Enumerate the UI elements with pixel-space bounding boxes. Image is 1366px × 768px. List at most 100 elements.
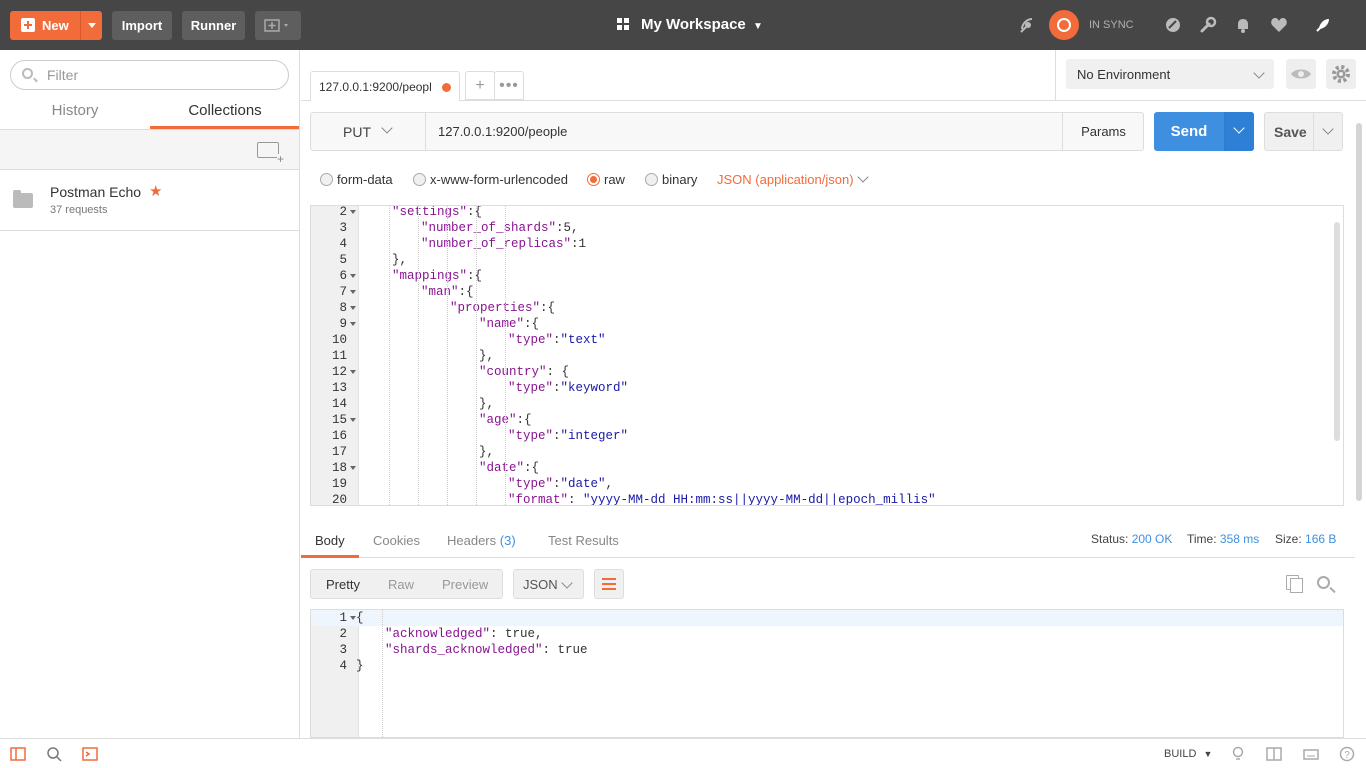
radio-binary[interactable]: binary (645, 172, 697, 188)
rocket-icon[interactable] (1314, 16, 1332, 34)
search-icon[interactable] (1317, 576, 1330, 589)
code-line: 11}, (311, 348, 1343, 364)
json-punctuation: }, (479, 397, 495, 411)
interceptor-icon[interactable] (1164, 16, 1182, 34)
content-type-select[interactable]: JSON (application/json) (717, 171, 869, 187)
json-key: "date" (479, 461, 525, 475)
send-dropdown-button[interactable] (1224, 112, 1254, 151)
save-dropdown-button[interactable] (1313, 113, 1343, 150)
star-icon[interactable]: ★ (149, 182, 162, 200)
response-format-select[interactable]: JSON (513, 569, 584, 599)
code-text: "shards_acknowledged": true (385, 642, 588, 658)
panel-scrollbar[interactable] (1356, 123, 1362, 501)
tab-cookies[interactable]: Cookies (373, 533, 420, 548)
manage-environments-button[interactable] (1326, 59, 1356, 89)
fold-toggle-icon[interactable] (350, 210, 356, 214)
size-label: Size: (1275, 532, 1302, 546)
fold-toggle-icon[interactable] (350, 306, 356, 310)
view-mode-group: Pretty Raw Preview (310, 569, 503, 599)
environment-quick-look-button[interactable] (1286, 59, 1316, 89)
keyboard-icon[interactable] (1303, 746, 1319, 762)
help-icon[interactable]: ? (1339, 746, 1355, 762)
fold-toggle-icon[interactable] (350, 418, 356, 422)
wrap-lines-button[interactable] (594, 569, 624, 599)
sync-status: IN SYNC (1089, 19, 1134, 31)
find-icon[interactable] (46, 746, 62, 762)
filter-input[interactable] (47, 67, 277, 83)
code-text: "acknowledged": true, (385, 626, 543, 642)
console-icon[interactable] (82, 746, 98, 762)
line-number: 18 (331, 461, 347, 475)
tab-body[interactable]: Body (315, 533, 345, 548)
view-preview-button[interactable]: Preview (442, 577, 488, 592)
fold-toggle-icon[interactable] (350, 370, 356, 374)
fold-toggle-icon[interactable] (350, 466, 356, 470)
collection-item[interactable]: Postman Echo ★ 37 requests (0, 170, 299, 231)
json-key: "age" (479, 413, 517, 427)
line-number: 2 (339, 627, 347, 641)
method-select[interactable]: PUT (311, 113, 426, 150)
json-key: "country" (479, 365, 547, 379)
code-text: }, (479, 444, 494, 460)
headers-count: (3) (499, 533, 516, 548)
new-dropdown-button[interactable] (80, 11, 102, 40)
tab-headers[interactable]: Headers (3) (447, 533, 516, 548)
save-button[interactable]: Save (1264, 112, 1343, 151)
lightbulb-icon[interactable] (1230, 746, 1246, 762)
satellite-icon[interactable] (1019, 16, 1037, 34)
code-text: "mappings":{ (392, 268, 482, 284)
heart-icon[interactable] (1270, 16, 1288, 34)
indent-guide (505, 206, 506, 505)
code-line: 3 "shards_acknowledged": true (311, 642, 1343, 658)
copy-icon[interactable] (1286, 575, 1303, 593)
wrench-icon[interactable] (1199, 16, 1217, 34)
radio-raw[interactable]: raw (587, 172, 625, 188)
code-text: "country": { (479, 364, 569, 380)
view-pretty-button[interactable]: Pretty (326, 577, 360, 592)
fold-toggle-icon[interactable] (350, 322, 356, 326)
code-text: "date":{ (479, 460, 539, 476)
import-button[interactable]: Import (112, 11, 172, 40)
request-tab[interactable]: 127.0.0.1:9200/people (310, 71, 460, 101)
fold-toggle-icon[interactable] (350, 290, 356, 294)
radio-urlencoded[interactable]: x-www-form-urlencoded (413, 172, 568, 188)
collection-count: 37 requests (50, 204, 108, 216)
json-punctuation: :{ (516, 413, 532, 427)
send-button[interactable]: Send (1154, 112, 1254, 151)
filter-box[interactable] (10, 60, 289, 90)
json-punctuation: }, (479, 445, 495, 459)
json-punctuation: : (553, 477, 561, 491)
response-body-viewer[interactable]: 1{2 "acknowledged": true, 3 "shards_acknowl… (310, 609, 1344, 738)
two-pane-icon[interactable] (1266, 746, 1282, 762)
environment-select[interactable]: No Environment (1066, 59, 1274, 89)
request-tab-label: 127.0.0.1:9200/people (319, 80, 431, 94)
build-mode-select[interactable]: BUILD ▼ (1164, 748, 1212, 760)
fold-toggle-icon[interactable] (350, 274, 356, 278)
sync-icon[interactable] (1049, 10, 1079, 40)
json-key: "name" (479, 317, 525, 331)
view-raw-button[interactable]: Raw (388, 577, 414, 592)
line-number: 7 (339, 285, 347, 299)
radio-form-data[interactable]: form-data (320, 172, 393, 188)
bell-icon[interactable] (1234, 16, 1252, 34)
editor-scrollbar[interactable] (1334, 222, 1340, 441)
params-button[interactable]: Params (1062, 113, 1144, 150)
add-tab-button[interactable]: + (465, 71, 495, 100)
workspace-switcher[interactable]: My Workspace ▼ (641, 16, 763, 33)
more-tabs-button[interactable]: ••• (494, 71, 524, 100)
sidebar-toggle-icon[interactable] (10, 746, 26, 762)
tab-test-results[interactable]: Test Results (548, 533, 619, 548)
json-key: "type" (508, 429, 554, 443)
tab-collections[interactable]: Collections (150, 102, 300, 119)
new-window-button[interactable] (255, 11, 301, 40)
tab-history[interactable]: History (0, 102, 150, 119)
json-string: "keyword" (560, 381, 629, 395)
chevron-down-icon: ▼ (1203, 749, 1213, 759)
new-collection-icon[interactable] (257, 142, 285, 164)
runner-button[interactable]: Runner (182, 11, 245, 40)
request-body-editor[interactable]: 2 "settings":{3 "number_of_shards":5, 4 "num… (310, 205, 1344, 506)
url-bar: PUT 127.0.0.1:9200/people Params (310, 112, 1144, 151)
new-button[interactable]: New (10, 11, 102, 40)
url-input[interactable]: 127.0.0.1:9200/people (438, 124, 567, 139)
json-punctuation: : { (546, 365, 570, 379)
